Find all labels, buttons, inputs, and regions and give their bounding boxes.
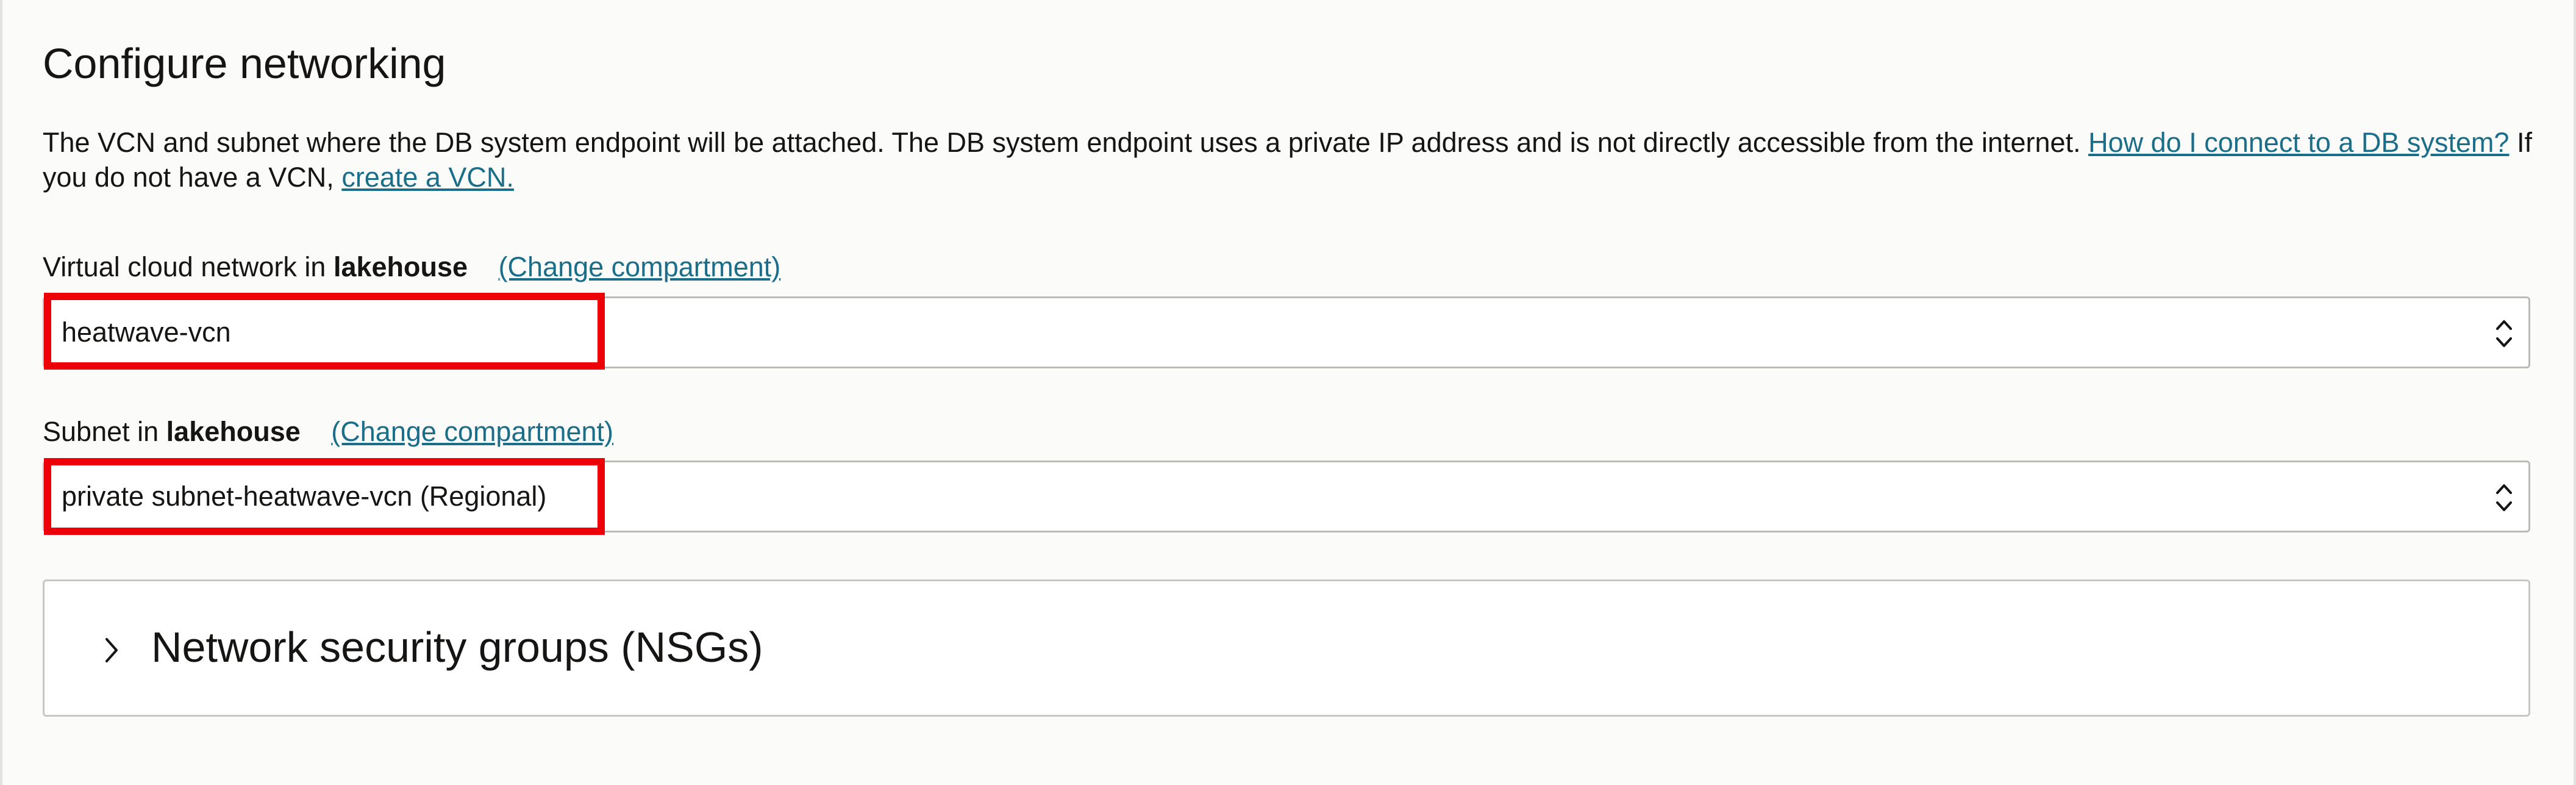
section-description: The VCN and subnet where the DB system e… (43, 125, 2536, 195)
vcn-change-compartment-link[interactable]: (Change compartment) (499, 251, 781, 282)
vcn-label-prefix: Virtual cloud network in (43, 251, 326, 282)
chevron-up-down-icon (2496, 484, 2512, 511)
vcn-compartment-name: lakehouse (333, 251, 468, 282)
section-title: Configure networking (43, 40, 446, 87)
panel-right-border (2574, 0, 2576, 785)
help-connect-link[interactable]: How do I connect to a DB system? (2088, 127, 2509, 158)
subnet-select[interactable]: private subnet-heatwave-vcn (Regional) (43, 461, 2530, 532)
create-vcn-link[interactable]: create a VCN. (341, 162, 514, 193)
subnet-change-compartment-link[interactable]: (Change compartment) (331, 416, 613, 447)
chevron-up-down-icon (2496, 320, 2512, 347)
nsg-section-title: Network security groups (NSGs) (151, 623, 763, 671)
vcn-select-value: heatwave-vcn (62, 317, 231, 348)
vcn-field-label: Virtual cloud network in lakehouse (Chan… (43, 250, 780, 284)
subnet-label-prefix: Subnet in (43, 416, 159, 447)
configure-networking-panel: Configure networking The VCN and subnet … (0, 0, 2576, 785)
vcn-select[interactable]: heatwave-vcn (43, 296, 2530, 368)
subnet-field-label: Subnet in lakehouse (Change compartment) (43, 415, 613, 449)
subnet-compartment-name: lakehouse (166, 416, 301, 447)
nsg-collapsible-section[interactable]: Network security groups (NSGs) (43, 579, 2530, 717)
panel-left-border (0, 0, 2, 785)
chevron-right-icon[interactable] (99, 632, 124, 669)
description-text: The VCN and subnet where the DB system e… (43, 127, 2081, 158)
subnet-select-value: private subnet-heatwave-vcn (Regional) (62, 481, 547, 512)
